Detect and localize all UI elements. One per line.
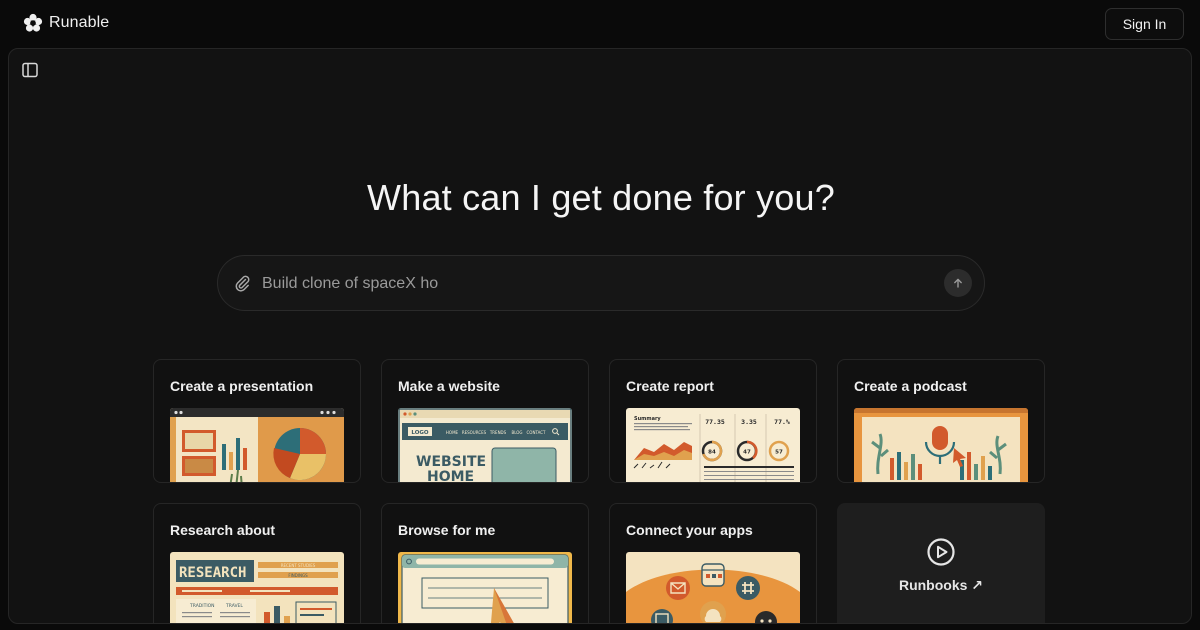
card-create-presentation[interactable]: Create a presentation (153, 359, 361, 483)
report-stat: 77.35 (705, 418, 725, 426)
sidebar-toggle-icon[interactable] (21, 61, 39, 79)
top-bar: Runable Sign In (0, 0, 1200, 48)
research-thumbnail: RESEARCH RECENT STUDIES FINDINGS TRADITI… (170, 552, 344, 623)
connect-apps-thumbnail (626, 552, 800, 623)
runbooks-card[interactable]: Runbooks ↗ (837, 503, 1045, 623)
website-hero-line1: WEBSITE (416, 454, 486, 470)
send-button[interactable] (944, 269, 972, 297)
arrow-up-icon (954, 278, 962, 288)
research-tag: FINDINGS (288, 573, 308, 578)
report-ring-value: 57 (775, 450, 783, 456)
card-label: Connect your apps (626, 522, 753, 538)
prompt-input[interactable] (262, 270, 922, 298)
play-circle-icon (927, 538, 955, 566)
card-make-website[interactable]: Make a website LOGO HOME RESOURCES TREND… (381, 359, 589, 483)
logo-icon (23, 13, 43, 32)
app-name: Runable (49, 14, 110, 31)
research-title: RESEARCH (179, 565, 246, 581)
paperclip-icon[interactable] (233, 274, 251, 292)
main-panel: What can I get done for you? Create a pr… (8, 48, 1192, 624)
research-tag: RECENT STUDIES (281, 563, 316, 568)
card-browse-for-me[interactable]: Browse for me (381, 503, 589, 623)
card-label: Make a website (398, 378, 500, 394)
website-thumbnail: LOGO HOME RESOURCES TRENDS BLOG CONTACT … (398, 408, 572, 483)
page-headline: What can I get done for you? (367, 177, 835, 218)
card-research-about[interactable]: Research about RESEARCH RECENT STUDIES F… (153, 503, 361, 623)
card-create-podcast[interactable]: Create a podcast (837, 359, 1045, 483)
website-nav-item: TRENDS (489, 430, 507, 435)
report-thumbnail: Summary 77.35 3.35 77.% 84 47 57 (626, 408, 800, 482)
website-logo-text: LOGO (411, 430, 428, 436)
website-hero-line2: HOME (427, 469, 474, 483)
card-create-report[interactable]: Create report Summary 77.35 3.35 77.% 84 (609, 359, 817, 483)
card-label: Research about (170, 522, 276, 538)
website-nav-item: CONTACT (527, 430, 547, 435)
report-ring-value: 84 (708, 450, 716, 456)
card-label: Browse for me (398, 522, 496, 538)
sign-in-button[interactable]: Sign In (1105, 8, 1184, 40)
card-label: Create a podcast (854, 378, 967, 394)
browse-thumbnail (398, 552, 572, 623)
card-label: Create a presentation (170, 378, 314, 394)
report-ring-value: 47 (743, 450, 751, 456)
card-connect-apps[interactable]: Connect your apps (609, 503, 817, 623)
website-nav-item: BLOG (511, 430, 522, 435)
research-column-label: TRADITION (189, 603, 215, 609)
report-summary-title: Summary (634, 416, 661, 422)
report-stat: 3.35 (741, 418, 757, 426)
website-nav-item: HOME (446, 430, 459, 435)
presentation-thumbnail (170, 408, 344, 482)
prompt-box (217, 255, 985, 311)
report-stat: 77.% (774, 418, 790, 426)
website-nav-item: RESOURCES (462, 430, 487, 435)
runbooks-label: Runbooks ↗ (898, 577, 984, 593)
app-logo[interactable]: Runable (23, 13, 109, 33)
card-label: Create report (626, 378, 714, 394)
podcast-thumbnail (854, 408, 1028, 482)
research-column-label: TRAVEL (225, 603, 243, 609)
